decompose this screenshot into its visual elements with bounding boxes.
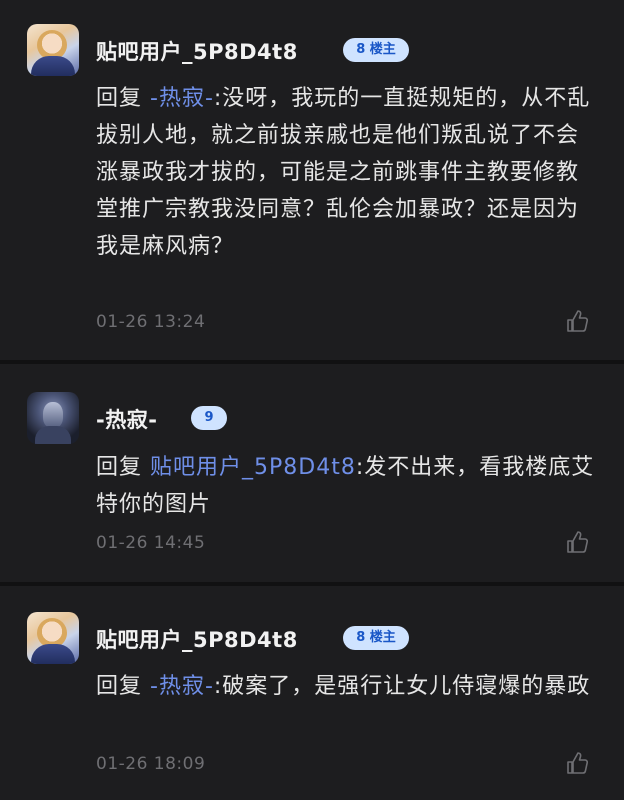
username[interactable]: 贴吧用户_5P8D4t8 (96, 36, 298, 66)
avatar[interactable] (27, 612, 79, 664)
thumbs-up-icon[interactable] (566, 309, 588, 333)
username[interactable]: -热寂- (96, 404, 157, 434)
reply-prefix: 回复 (96, 86, 150, 111)
reply-prefix: 回复 (96, 674, 150, 699)
reply-text: 回复 -热寂-:破案了，是强行让女儿侍寝爆的暴政 (96, 668, 596, 705)
thumbs-up-icon[interactable] (566, 530, 588, 554)
comment-item: 贴吧用户_5P8D4t8 8 楼主 回复 -热寂-:破案了，是强行让女儿侍寝爆的… (0, 586, 624, 800)
mention-link[interactable]: 贴吧用户_5P8D4t8 (150, 455, 356, 480)
reply-text: 回复 贴吧用户_5P8D4t8:发不出来，看我楼底艾特你的图片 (96, 449, 596, 523)
comment-item: -热寂- 9 回复 贴吧用户_5P8D4t8:发不出来，看我楼底艾特你的图片 0… (0, 364, 624, 582)
timestamp: 01-26 14:45 (96, 533, 206, 553)
thumbs-up-icon[interactable] (566, 751, 588, 775)
comment-feed: 贴吧用户_5P8D4t8 8 楼主 回复 -热寂-:没呀，我玩的一直挺规矩的，从… (0, 0, 624, 800)
floor-badge: 8 楼主 (343, 626, 409, 650)
mention-link[interactable]: -热寂- (150, 674, 214, 699)
reply-prefix: 回复 (96, 455, 150, 480)
comment-item: 贴吧用户_5P8D4t8 8 楼主 回复 -热寂-:没呀，我玩的一直挺规矩的，从… (0, 0, 624, 360)
reply-text: 回复 -热寂-:没呀，我玩的一直挺规矩的，从不乱拔别人地，就之前拔亲戚也是他们叛… (96, 80, 596, 265)
reply-content: :没呀，我玩的一直挺规矩的，从不乱拔别人地，就之前拔亲戚也是他们叛乱说了不会涨暴… (96, 86, 591, 259)
floor-badge: 8 楼主 (343, 38, 409, 62)
avatar[interactable] (27, 392, 79, 444)
floor-badge: 9 (191, 406, 227, 430)
reply-content: :破案了，是强行让女儿侍寝爆的暴政 (213, 674, 591, 699)
username[interactable]: 贴吧用户_5P8D4t8 (96, 624, 298, 654)
timestamp: 01-26 18:09 (96, 754, 206, 774)
timestamp: 01-26 13:24 (96, 312, 206, 332)
avatar[interactable] (27, 24, 79, 76)
mention-link[interactable]: -热寂- (150, 86, 214, 111)
